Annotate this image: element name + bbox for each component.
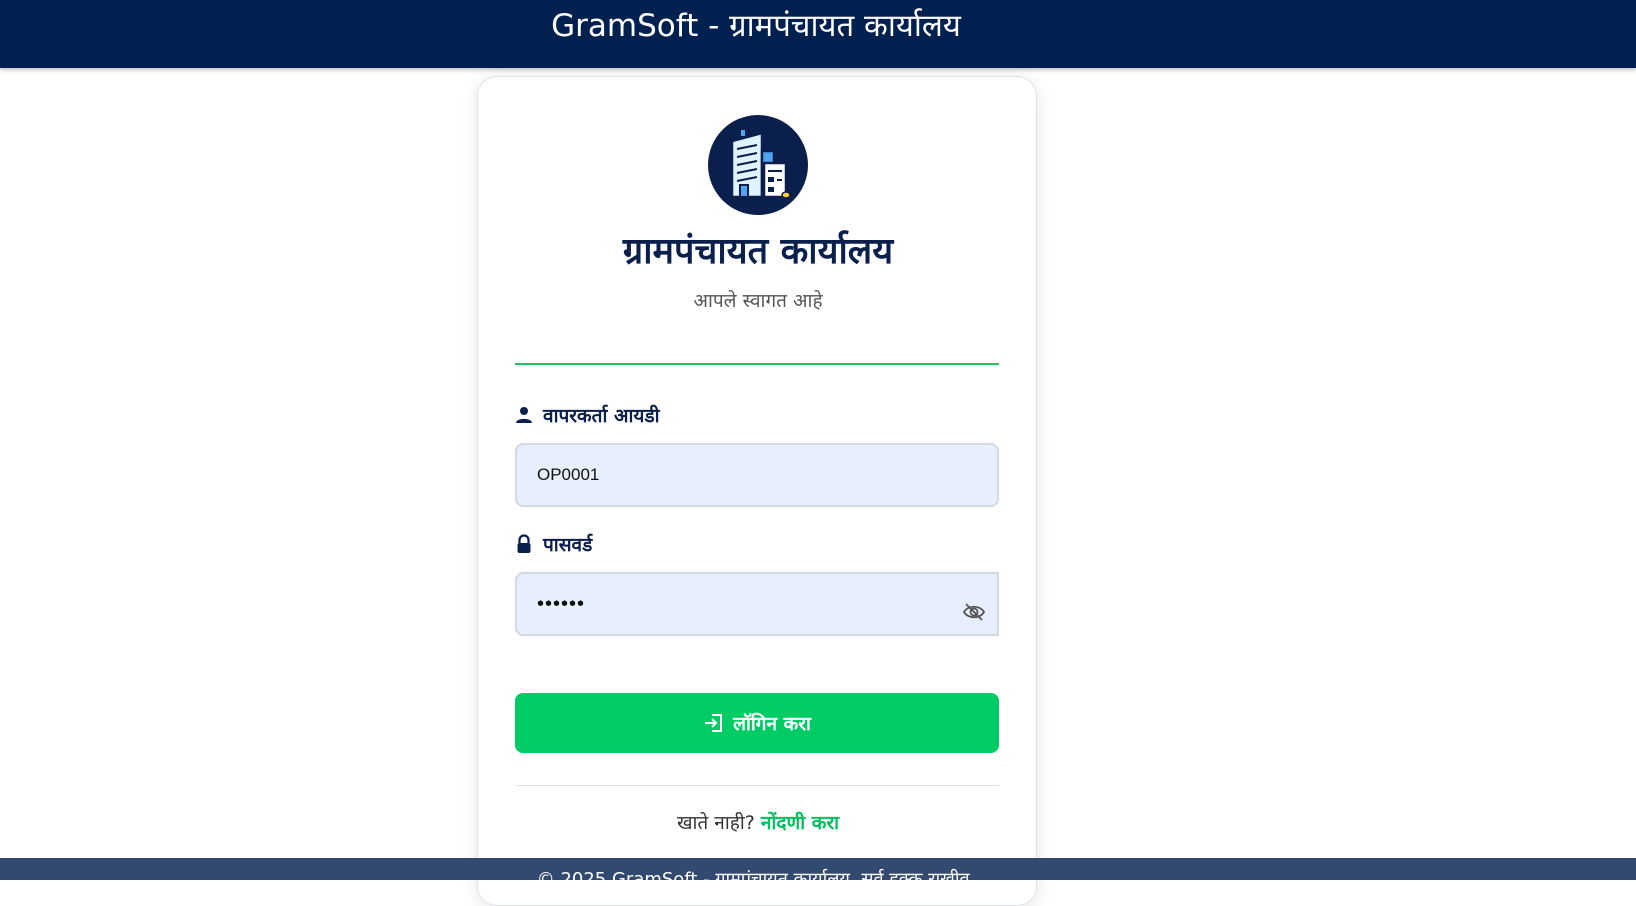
lock-icon <box>517 534 531 553</box>
password-label: पासवर्ड <box>543 534 593 556</box>
register-prompt: खाते नाही? <box>676 812 755 834</box>
username-label-row: वापरकर्ता आयडी <box>515 401 660 429</box>
footer-bar: © 2025 GramSoft - ग्रामपंचायत कार्यालय. … <box>0 858 1636 880</box>
card-subtitle: आपले स्वागत आहे <box>693 290 823 312</box>
footer-copyright: © 2025 GramSoft - ग्रामपंचायत कार्यालय. … <box>536 869 976 880</box>
username-label: वापरकर्ता आयडी <box>543 405 660 427</box>
login-icon <box>705 714 723 732</box>
password-input[interactable] <box>515 572 999 636</box>
register-row: खाते नाही? नोंदणी करा <box>478 809 1038 837</box>
register-link[interactable]: नोंदणी करा <box>761 812 839 834</box>
accent-divider <box>515 363 999 365</box>
login-card: ग्रामपंचायत कार्यालय आपले स्वागत आहे वाप… <box>477 76 1037 906</box>
username-input[interactable] <box>515 443 999 507</box>
section-divider <box>515 785 999 786</box>
card-title: ग्रामपंचायत कार्यालय <box>622 231 894 272</box>
password-label-row: पासवर्ड <box>515 530 592 558</box>
header-title: GramSoft - ग्रामपंचायत कार्यालय <box>551 8 961 44</box>
top-header-bar: GramSoft - ग्रामपंचायत कार्यालय <box>0 0 1636 68</box>
eye-off-icon[interactable] <box>962 601 986 623</box>
logo-badge <box>708 115 808 215</box>
user-icon <box>516 407 532 423</box>
login-button[interactable]: लॉगिन करा <box>515 693 999 753</box>
office-building-icon <box>730 129 790 199</box>
login-button-label: लॉगिन करा <box>733 713 811 735</box>
